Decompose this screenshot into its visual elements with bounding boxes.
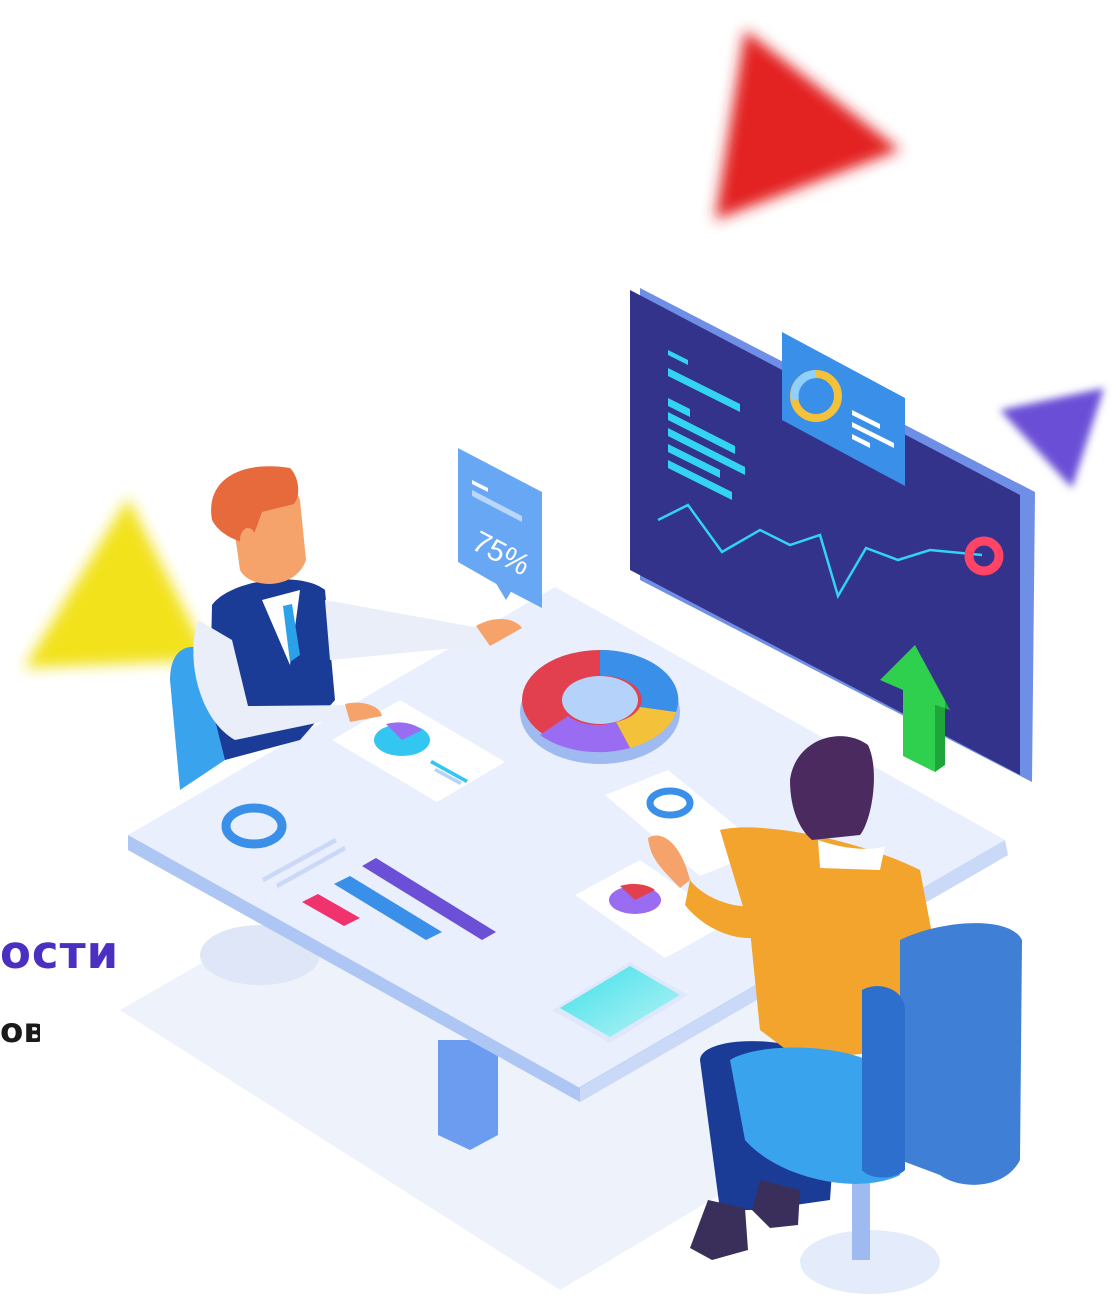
heading-fragment: ости xyxy=(0,926,120,979)
percent-badge: 75% xyxy=(458,448,542,608)
donut-chart-3d xyxy=(520,649,680,764)
yellow-triangle-shape xyxy=(24,498,210,668)
red-triangle-shape xyxy=(715,30,900,220)
violet-triangle-shape xyxy=(1000,388,1104,488)
subheading-fragment: ов xyxy=(0,1011,40,1051)
illustration: 75% xyxy=(0,0,1112,1307)
